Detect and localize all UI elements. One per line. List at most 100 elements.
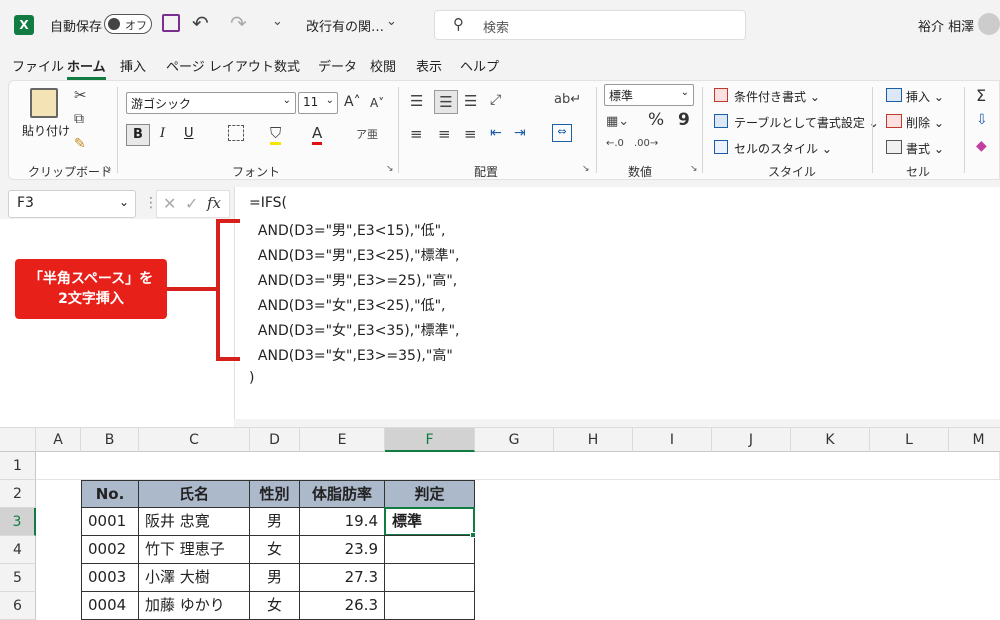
align-middle-icon[interactable]: ☰ [434, 90, 458, 114]
empty-row[interactable] [36, 452, 1000, 480]
column-header[interactable]: I [633, 428, 712, 452]
formula-input[interactable]: =IFS( AND(D3="男",E3<15),"低", AND(D3="男",… [234, 187, 1000, 419]
fill-icon[interactable]: ⇩ [976, 112, 988, 128]
table-cell[interactable] [384, 591, 475, 620]
phonetic-icon[interactable]: ア亜 [356, 126, 378, 142]
column-header[interactable]: J [712, 428, 791, 452]
column-header[interactable]: H [554, 428, 633, 452]
table-cell[interactable]: 19.4 [299, 507, 385, 536]
fill-handle[interactable] [470, 532, 476, 538]
tab-data[interactable]: データ [318, 56, 357, 75]
table-header-cell[interactable]: 氏名 [138, 480, 250, 508]
decrease-indent-icon[interactable]: ⇤ [490, 125, 502, 141]
table-cell[interactable] [384, 563, 475, 592]
tab-file[interactable]: ファイル [12, 56, 64, 75]
document-title[interactable]: 改行有の関… [306, 16, 384, 35]
font-name-select[interactable]: 游ゴシック ⌄ [126, 92, 296, 114]
delete-cells-button[interactable]: 削除 ⌄ [906, 114, 944, 131]
paste-icon[interactable] [30, 88, 58, 118]
cancel-icon[interactable]: ✕ [163, 194, 176, 213]
increase-decimal-icon[interactable]: ←.0 [606, 138, 624, 149]
table-cell[interactable]: 小澤 大樹 [138, 563, 250, 592]
font-color-icon[interactable]: A [312, 124, 323, 145]
increase-indent-icon[interactable]: ⇥ [514, 125, 526, 141]
increase-font-icon[interactable]: A˄ [344, 94, 361, 110]
column-header[interactable]: M [949, 428, 1000, 452]
autosum-icon[interactable]: Σ [976, 86, 986, 105]
column-header[interactable]: C [139, 428, 250, 452]
column-header[interactable]: L [870, 428, 949, 452]
table-header-cell[interactable]: 性別 [249, 480, 300, 508]
align-left-icon[interactable]: ≡ [410, 125, 423, 143]
paste-button[interactable]: 貼り付け [22, 122, 70, 139]
table-cell[interactable]: 阪井 忠寛 [138, 507, 250, 536]
cut-icon[interactable]: ✂ [74, 86, 87, 104]
bold-icon[interactable]: B [126, 124, 150, 146]
tab-review[interactable]: 校閲 [370, 56, 396, 75]
table-cell[interactable] [384, 535, 475, 564]
row-header[interactable]: 2 [0, 480, 36, 508]
table-header-cell[interactable]: 体脂肪率 [299, 480, 385, 508]
tab-help[interactable]: ヘルプ [460, 56, 499, 75]
table-cell[interactable]: 女 [249, 535, 300, 564]
table-cell[interactable]: 竹下 理恵子 [138, 535, 250, 564]
alignment-launcher-icon[interactable]: ↘ [582, 164, 590, 174]
fill-color-icon[interactable]: ⛉ [270, 124, 282, 145]
column-header[interactable]: A [36, 428, 81, 452]
column-header[interactable]: K [791, 428, 870, 452]
wrap-text-icon[interactable]: ab↵ [554, 92, 581, 107]
enter-icon[interactable]: ✓ [185, 194, 198, 213]
table-cell[interactable]: 0002 [81, 535, 139, 564]
decrease-font-icon[interactable]: A˅ [370, 96, 384, 110]
format-cells-icon[interactable] [886, 140, 902, 154]
table-cell[interactable]: 26.3 [299, 591, 385, 620]
autosave-toggle[interactable]: オフ [104, 14, 152, 34]
tab-insert[interactable]: 挿入 [120, 56, 146, 75]
worksheet-grid[interactable]: A B C D E F G H I J K L M 1 2 3 4 5 6 No… [0, 427, 1000, 620]
table-header-cell[interactable]: No. [81, 480, 139, 508]
format-painter-icon[interactable]: ✎ [74, 136, 86, 152]
align-top-icon[interactable]: ☰ [410, 92, 423, 110]
insert-cells-icon[interactable] [886, 88, 902, 102]
table-cell[interactable]: 0001 [81, 507, 139, 536]
format-as-table-icon[interactable] [714, 114, 728, 128]
underline-icon[interactable]: U [184, 126, 194, 141]
cell-styles-icon[interactable] [714, 140, 728, 154]
table-cell[interactable]: 27.3 [299, 563, 385, 592]
table-cell[interactable]: 男 [249, 507, 300, 536]
column-header[interactable]: D [250, 428, 300, 452]
column-header[interactable]: G [475, 428, 554, 452]
align-bottom-icon[interactable]: ☰ [464, 92, 477, 110]
align-center-icon[interactable]: ≡ [438, 125, 451, 143]
insert-function-icon[interactable]: fx [207, 194, 221, 212]
tab-view[interactable]: 表示 [416, 56, 442, 75]
table-cell[interactable]: 23.9 [299, 535, 385, 564]
delete-cells-icon[interactable] [886, 114, 902, 128]
align-right-icon[interactable]: ≡ [464, 125, 477, 143]
row-header[interactable]: 4 [0, 536, 36, 564]
copy-icon[interactable]: ⧉ [74, 111, 84, 127]
row-header[interactable]: 6 [0, 592, 36, 620]
font-size-select[interactable]: 11 ⌄ [298, 92, 338, 114]
tab-home[interactable]: ホーム [67, 56, 106, 80]
redo-icon[interactable]: ↷ [230, 11, 247, 35]
tab-page-layout[interactable]: ページ レイアウト [166, 56, 274, 75]
row-header[interactable]: 3 [0, 508, 36, 536]
table-cell[interactable]: 加藤 ゆかり [138, 591, 250, 620]
number-format-select[interactable]: 標準 ⌄ [604, 84, 694, 106]
table-cell[interactable]: 0004 [81, 591, 139, 620]
row-header[interactable]: 5 [0, 564, 36, 592]
italic-icon[interactable]: I [160, 126, 165, 141]
column-header[interactable]: B [81, 428, 139, 452]
user-name[interactable]: 裕介 相澤 [918, 16, 974, 35]
column-header[interactable]: E [300, 428, 385, 452]
quick-access-dropdown-icon[interactable]: ⌄ [272, 14, 283, 29]
column-header[interactable]: F [385, 428, 475, 452]
table-header-cell[interactable]: 判定 [384, 480, 475, 508]
orientation-icon[interactable]: ⤢ [490, 92, 501, 108]
clear-icon[interactable]: ◆ [976, 138, 987, 154]
name-box[interactable]: F3 ⌄ [8, 190, 136, 218]
select-all-corner[interactable] [0, 428, 36, 452]
border-icon[interactable] [228, 125, 244, 141]
insert-cells-button[interactable]: 挿入 ⌄ [906, 88, 944, 105]
